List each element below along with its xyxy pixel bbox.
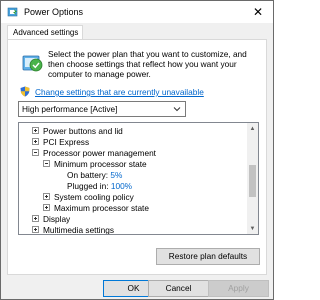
apply-button[interactable]: Apply (208, 280, 269, 297)
tree-item-on-battery[interactable]: On battery: 5% (67, 170, 122, 181)
tree-item-display[interactable]: Display (32, 214, 70, 225)
tree-item-pci-express[interactable]: PCI Express (32, 137, 89, 148)
scroll-thumb[interactable] (249, 165, 256, 197)
tree-item-minimum-processor-state[interactable]: Minimum processor state (43, 159, 147, 170)
tree-scrollbar[interactable]: ▲ ▼ (247, 123, 258, 234)
on-battery-value[interactable]: 5% (110, 170, 122, 180)
expand-icon[interactable] (32, 226, 39, 234)
intro-description: Select the power plan that you want to c… (48, 49, 247, 79)
expand-icon[interactable] (32, 138, 39, 146)
expand-icon[interactable] (32, 215, 39, 223)
power-options-icon (7, 7, 18, 17)
cancel-button[interactable]: Cancel (148, 280, 209, 297)
window-title: Power Options (24, 7, 84, 17)
close-icon: ✕ (252, 5, 264, 19)
plugged-in-value[interactable]: 100% (111, 181, 132, 191)
change-settings-link[interactable]: Change settings that are currently unava… (35, 87, 204, 97)
expand-icon[interactable] (43, 204, 50, 212)
scroll-down-icon[interactable]: ▼ (247, 223, 258, 234)
power-plan-select[interactable]: High performance [Active] (18, 101, 186, 117)
restore-plan-defaults-button[interactable]: Restore plan defaults (156, 248, 260, 265)
advanced-settings-panel: Select the power plan that you want to c… (7, 39, 267, 275)
expand-icon[interactable] (43, 193, 50, 201)
power-plan-icon (22, 55, 43, 72)
expand-icon[interactable] (32, 127, 39, 135)
tree-item-maximum-processor-state[interactable]: Maximum processor state (43, 203, 149, 214)
power-plan-value: High performance [Active] (22, 104, 118, 114)
chevron-down-icon (171, 102, 183, 116)
collapse-icon[interactable] (32, 149, 39, 157)
settings-tree[interactable]: Power buttons and lid PCI Express Proces… (18, 122, 259, 235)
close-button[interactable]: ✕ (243, 1, 273, 23)
scroll-up-icon[interactable]: ▲ (247, 123, 258, 134)
uac-shield-icon (20, 86, 30, 97)
tree-item-power-buttons-and-lid[interactable]: Power buttons and lid (32, 126, 123, 137)
tree-item-multimedia-settings[interactable]: Multimedia settings (32, 225, 114, 234)
title-bar: Power Options ✕ (1, 1, 273, 23)
tree-item-system-cooling-policy[interactable]: System cooling policy (43, 192, 134, 203)
collapse-icon[interactable] (43, 160, 50, 168)
power-options-dialog: Power Options ✕ Advanced settings Select… (0, 0, 274, 300)
tab-advanced-settings[interactable]: Advanced settings (7, 25, 83, 40)
tree-item-plugged-in[interactable]: Plugged in: 100% (67, 181, 132, 192)
tree-item-processor-power-management[interactable]: Processor power management (32, 148, 156, 159)
